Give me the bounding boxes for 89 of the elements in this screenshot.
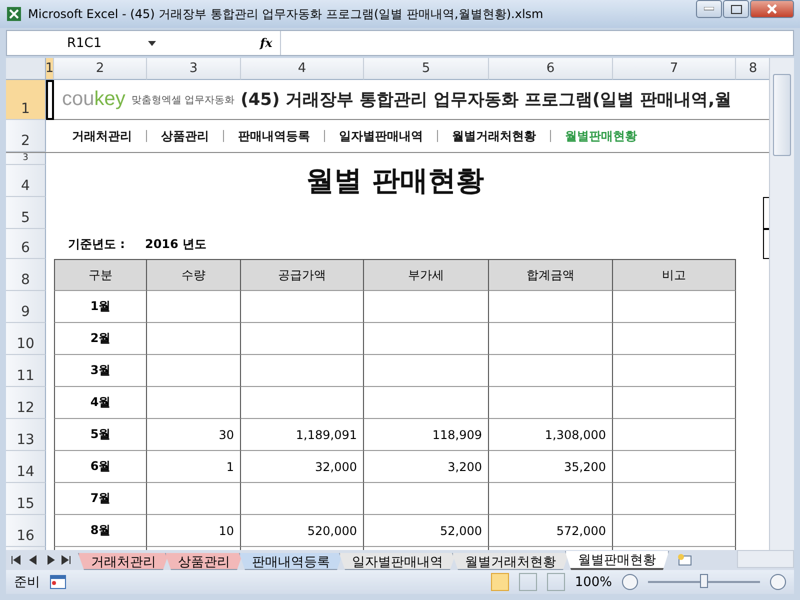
sheet-tab[interactable]: 월별판매현황 [565, 551, 669, 570]
insert-function-button[interactable]: fx [260, 36, 272, 50]
table-cell: 52,000 [364, 515, 489, 547]
window-title: Microsoft Excel - (45) 거래장부 통합관리 업무자동화 프로그램(일별 판매내역,월별현황).xlsm [28, 6, 544, 22]
row-header[interactable]: 15 [6, 483, 46, 515]
column-header[interactable]: 4 [241, 58, 364, 80]
table-cell: 30 [147, 419, 241, 451]
table-cell: 3월 [54, 355, 147, 387]
active-cell[interactable] [46, 80, 54, 120]
row-header[interactable]: 12 [6, 387, 46, 419]
column-header[interactable]: 7 [613, 58, 736, 80]
table-cell: 7월 [54, 483, 147, 515]
sheet-tab[interactable]: 일자별판매내역 [339, 553, 456, 570]
row-header[interactable]: 13 [6, 419, 46, 451]
row-header[interactable]: 9 [6, 291, 46, 323]
table-cell: 520,000 [241, 515, 364, 547]
nav-link[interactable]: 월별판매현황 [565, 128, 637, 144]
base-year-label: 기준년도 : [68, 236, 125, 252]
nav-link[interactable]: 판매내역등록 [238, 128, 310, 144]
table-cell: 10 [147, 515, 241, 547]
table-cell: 118,909 [364, 419, 489, 451]
sheet-tab[interactable]: 거래처관리 [78, 553, 169, 570]
column-header[interactable]: 8 [736, 58, 769, 80]
table-cell: 32,000 [241, 451, 364, 483]
row-header[interactable]: 16 [6, 515, 46, 547]
page-layout-button[interactable] [518, 573, 537, 591]
table-cell: 1 [147, 451, 241, 483]
row-header[interactable]: 10 [6, 323, 46, 355]
table-cell: 4월 [54, 387, 147, 419]
vertical-scrollbar[interactable] [769, 58, 794, 550]
row-header[interactable]: 8 [6, 259, 46, 291]
table-cell: 8월 [54, 515, 147, 547]
status-text: 준비 [14, 574, 40, 591]
sheet-tab[interactable]: 월별거래처현황 [452, 553, 569, 570]
table-cell: 6월 [54, 451, 147, 483]
table-cell: 5월 [54, 419, 147, 451]
row-header[interactable]: 1 [6, 80, 46, 120]
close-icon [767, 4, 777, 14]
nav-link[interactable]: 월별거래처현황 [452, 128, 536, 144]
logo-tagline: 맞춤형엑셀 업무자동화 [131, 94, 235, 106]
zoom-reading: 100% [574, 574, 612, 590]
table-cell: 1,189,091 [241, 419, 364, 451]
table-cell: 1,308,000 [489, 419, 613, 451]
nav-link[interactable]: 일자별판매내역 [339, 128, 423, 144]
table-cell: 572,000 [489, 515, 613, 547]
column-header[interactable]: 1 [46, 58, 54, 80]
page-heading: 월별 판매현황 [306, 165, 484, 197]
page-break-button[interactable] [546, 573, 565, 591]
column-heading: 공급가액 [241, 259, 364, 291]
zoom-slider-thumb[interactable] [700, 574, 708, 588]
close-button[interactable] [750, 0, 794, 18]
maximize-button[interactable] [723, 0, 749, 18]
minimize-icon [704, 7, 714, 11]
logo: coukey [62, 88, 126, 111]
column-heading: 수량 [147, 259, 241, 291]
row-header[interactable]: 14 [6, 451, 46, 483]
table-cell: 1월 [54, 291, 147, 323]
column-header[interactable]: 5 [364, 58, 489, 80]
horizontal-scrollbar[interactable] [737, 550, 794, 568]
column-heading: 부가세 [364, 259, 489, 291]
macro-record-icon[interactable] [50, 575, 66, 589]
sheet-tab[interactable]: 상품관리 [165, 553, 243, 570]
base-year-value: 2016 년도 [144, 236, 207, 252]
maximize-icon [730, 4, 742, 14]
row-header[interactable]: 5 [6, 197, 46, 229]
row-header[interactable]: 4 [6, 165, 46, 197]
row-header[interactable]: 6 [6, 229, 46, 259]
minimize-button[interactable] [696, 0, 722, 18]
column-header[interactable]: 6 [489, 58, 613, 80]
column-header[interactable]: 3 [147, 58, 241, 80]
table-cell: 35,200 [489, 451, 613, 483]
column-heading: 비고 [613, 259, 736, 291]
table-cell: 2월 [54, 323, 147, 355]
nav-link[interactable]: 상품관리 [161, 128, 209, 144]
sheet-title: (45) 거래장부 통합관리 업무자동화 프로그램(일별 판매내역,월 [240, 89, 732, 111]
row-header[interactable]: 3 [6, 153, 46, 165]
sheet-tab[interactable]: 판매내역등록 [239, 553, 343, 570]
table-cell: 3,200 [364, 451, 489, 483]
zoom-in-button[interactable] [770, 574, 786, 590]
column-heading: 구분 [54, 259, 147, 291]
name-box[interactable]: R1C1 [7, 36, 182, 50]
column-heading: 합계금액 [489, 259, 613, 291]
spreadsheet-icon [6, 6, 22, 22]
column-header[interactable]: 2 [54, 58, 147, 80]
nav-link[interactable]: 거래처관리 [72, 128, 132, 144]
row-header[interactable]: 2 [6, 120, 46, 152]
row-header[interactable]: 11 [6, 355, 46, 387]
zoom-out-button[interactable] [622, 574, 638, 590]
scroll-thumb[interactable] [773, 74, 791, 156]
